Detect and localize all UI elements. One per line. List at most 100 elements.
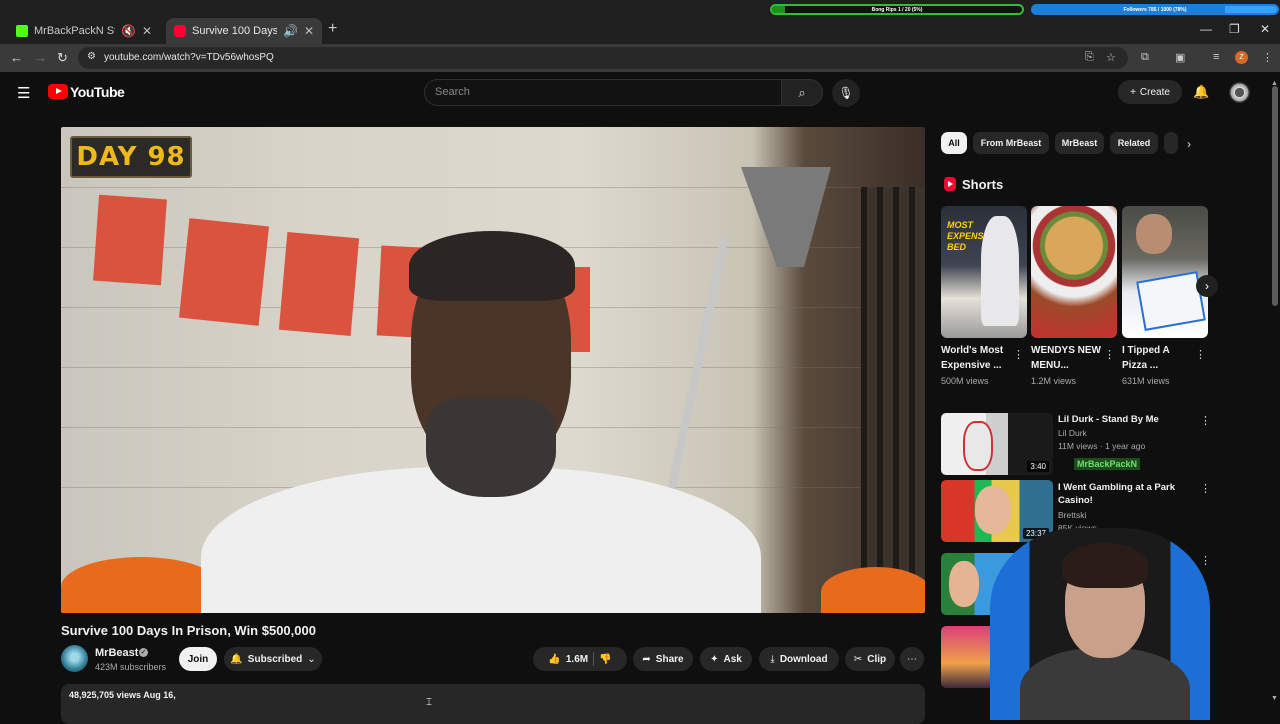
- youtube-logo-text[interactable]: YouTube: [70, 84, 125, 100]
- short-more-icon[interactable]: ⋮: [1013, 348, 1024, 361]
- reload-icon[interactable]: ↻: [57, 50, 68, 66]
- share-button[interactable]: ➦ Share: [633, 647, 693, 671]
- download-label: Download: [779, 653, 828, 665]
- create-button[interactable]: + Create: [1118, 80, 1182, 104]
- short-more-icon[interactable]: ⋮: [1104, 348, 1115, 361]
- ask-button[interactable]: ✦ Ask: [700, 647, 752, 671]
- ask-label: Ask: [723, 653, 742, 665]
- microphone-icon[interactable]: 🎙: [832, 79, 860, 107]
- person-hair: [409, 231, 575, 301]
- restore-icon[interactable]: ❐: [1229, 22, 1240, 36]
- channel-name[interactable]: MrBeast: [95, 647, 138, 659]
- browser-menu-icon[interactable]: ⋮: [1262, 51, 1273, 64]
- chip-from-mrbeast[interactable]: From MrBeast: [973, 132, 1049, 154]
- tab-audio-icon[interactable]: 🔊: [283, 24, 298, 38]
- tab-close-icon[interactable]: ✕: [142, 24, 152, 38]
- kick-favicon-icon: [16, 25, 28, 37]
- person-beard: [426, 397, 556, 497]
- recommended-more-icon[interactable]: ⋮: [1200, 414, 1211, 427]
- install-app-icon[interactable]: ⎘: [1085, 51, 1094, 64]
- mouse-cursor-icon: ⌶: [426, 697, 432, 708]
- short-title[interactable]: WENDYS NEW MENU...: [1031, 343, 1103, 373]
- orange-cushion: [821, 567, 925, 613]
- streamer-webcam: [980, 518, 1220, 720]
- join-button[interactable]: Join: [179, 647, 217, 671]
- tab-mute-icon[interactable]: 🔇: [121, 24, 136, 38]
- like-icon[interactable]: 👍: [548, 654, 560, 665]
- tab-close-icon[interactable]: ✕: [304, 24, 314, 38]
- forward-icon[interactable]: →: [34, 50, 47, 65]
- day-counter-badge: DAY 98: [70, 136, 192, 178]
- recommended-thumbnail[interactable]: 3:40: [941, 413, 1053, 475]
- thumb-figure: [949, 561, 979, 607]
- chip-partial[interactable]: [1164, 132, 1178, 154]
- channel-avatar[interactable]: [61, 645, 88, 672]
- thumb-figure: [981, 216, 1019, 326]
- chevron-right-icon[interactable]: ›: [1187, 137, 1191, 151]
- subscriber-count: 423M subscribers: [95, 662, 167, 672]
- back-icon[interactable]: ←: [10, 50, 23, 65]
- recommended-title[interactable]: I Went Gambling at a Park Casino!: [1058, 481, 1190, 507]
- youtube-logo-icon[interactable]: [48, 84, 68, 99]
- chip-all[interactable]: All: [941, 132, 967, 154]
- subscribed-button[interactable]: 🔔 Subscribed ⌄: [224, 647, 322, 671]
- short-thumbnail[interactable]: [1122, 206, 1208, 338]
- search-icon[interactable]: ⌕: [781, 79, 823, 106]
- minimize-icon[interactable]: —: [1200, 22, 1212, 36]
- scrollbar-thumb[interactable]: [1272, 86, 1278, 306]
- notifications-bell-icon[interactable]: 🔔: [1193, 84, 1209, 100]
- close-window-icon[interactable]: ✕: [1260, 22, 1270, 36]
- like-divider: [593, 652, 595, 666]
- shorts-next-icon[interactable]: ›: [1196, 275, 1218, 297]
- clip-button[interactable]: ✂ Clip: [845, 647, 895, 671]
- webcam-name-tag: MrBackPackN: [1074, 458, 1141, 470]
- streamer-hair: [1062, 543, 1148, 588]
- like-count[interactable]: 1.6M: [566, 654, 588, 665]
- split-view-icon[interactable]: ▣: [1175, 51, 1185, 64]
- account-avatar[interactable]: [1229, 82, 1250, 103]
- share-icon: ➦: [642, 653, 651, 665]
- youtube-favicon-icon: [174, 25, 186, 37]
- recommended-meta: 11M views · 1 year ago: [1058, 441, 1146, 451]
- broom-head: [741, 167, 831, 267]
- more-actions-icon[interactable]: ⋯: [900, 647, 924, 671]
- description-box[interactable]: [61, 684, 925, 724]
- tab-title: Survive 100 Days In Prison,: [192, 25, 277, 37]
- new-tab-icon[interactable]: +: [328, 20, 337, 38]
- profile-avatar[interactable]: Z: [1235, 51, 1248, 64]
- media-controls-icon[interactable]: ≡: [1213, 51, 1219, 63]
- short-title[interactable]: World's Most Expensive ...: [941, 343, 1013, 373]
- sparkle-icon: ✦: [710, 653, 719, 665]
- chip-mrbeast[interactable]: MrBeast: [1055, 132, 1104, 154]
- video-duration: 3:40: [1027, 461, 1049, 472]
- short-views: 631M views: [1122, 376, 1170, 386]
- scroll-down-icon[interactable]: ▼: [1271, 695, 1278, 702]
- like-dislike-group: 👍 1.6M 👎: [533, 647, 627, 671]
- thumb-pizza-box: [1136, 270, 1206, 332]
- share-label: Share: [655, 653, 684, 665]
- video-player[interactable]: DAY 98: [61, 127, 925, 613]
- short-title[interactable]: I Tipped A Pizza ...: [1122, 343, 1194, 373]
- dislike-icon[interactable]: 👎: [599, 654, 611, 665]
- bookmark-star-icon[interactable]: ☆: [1106, 51, 1116, 64]
- wall-poster: [278, 232, 360, 336]
- shorts-icon: [944, 177, 956, 191]
- url-text[interactable]: youtube.com/watch?v=TDv56whosPQ: [104, 52, 274, 63]
- extensions-icon[interactable]: ⧉: [1141, 51, 1149, 64]
- chip-related[interactable]: Related: [1110, 132, 1158, 154]
- recommended-channel[interactable]: Lil Durk: [1058, 428, 1087, 438]
- short-thumbnail[interactable]: [1031, 206, 1117, 338]
- short-more-icon[interactable]: ⋮: [1195, 348, 1206, 361]
- search-input[interactable]: Search: [424, 79, 782, 106]
- browser-tab-youtube[interactable]: Survive 100 Days In Prison, 🔊 ✕: [166, 18, 322, 44]
- short-thumbnail[interactable]: MOST EXPENSIVE BED: [941, 206, 1027, 338]
- recommended-more-icon[interactable]: ⋮: [1200, 482, 1211, 495]
- download-icon: ⤓: [770, 653, 775, 665]
- download-button[interactable]: ⤓ Download: [759, 647, 839, 671]
- browser-tab-kick[interactable]: MrBackPackN Stream - Wa 🔇 ✕: [8, 18, 160, 44]
- hamburger-menu-icon[interactable]: ☰: [17, 84, 30, 102]
- recommended-title[interactable]: Lil Durk - Stand By Me: [1058, 413, 1159, 426]
- site-info-icon[interactable]: ⚙: [87, 51, 96, 62]
- video-title: Survive 100 Days In Prison, Win $500,000: [61, 623, 316, 638]
- verified-check-icon: ✓: [139, 648, 148, 657]
